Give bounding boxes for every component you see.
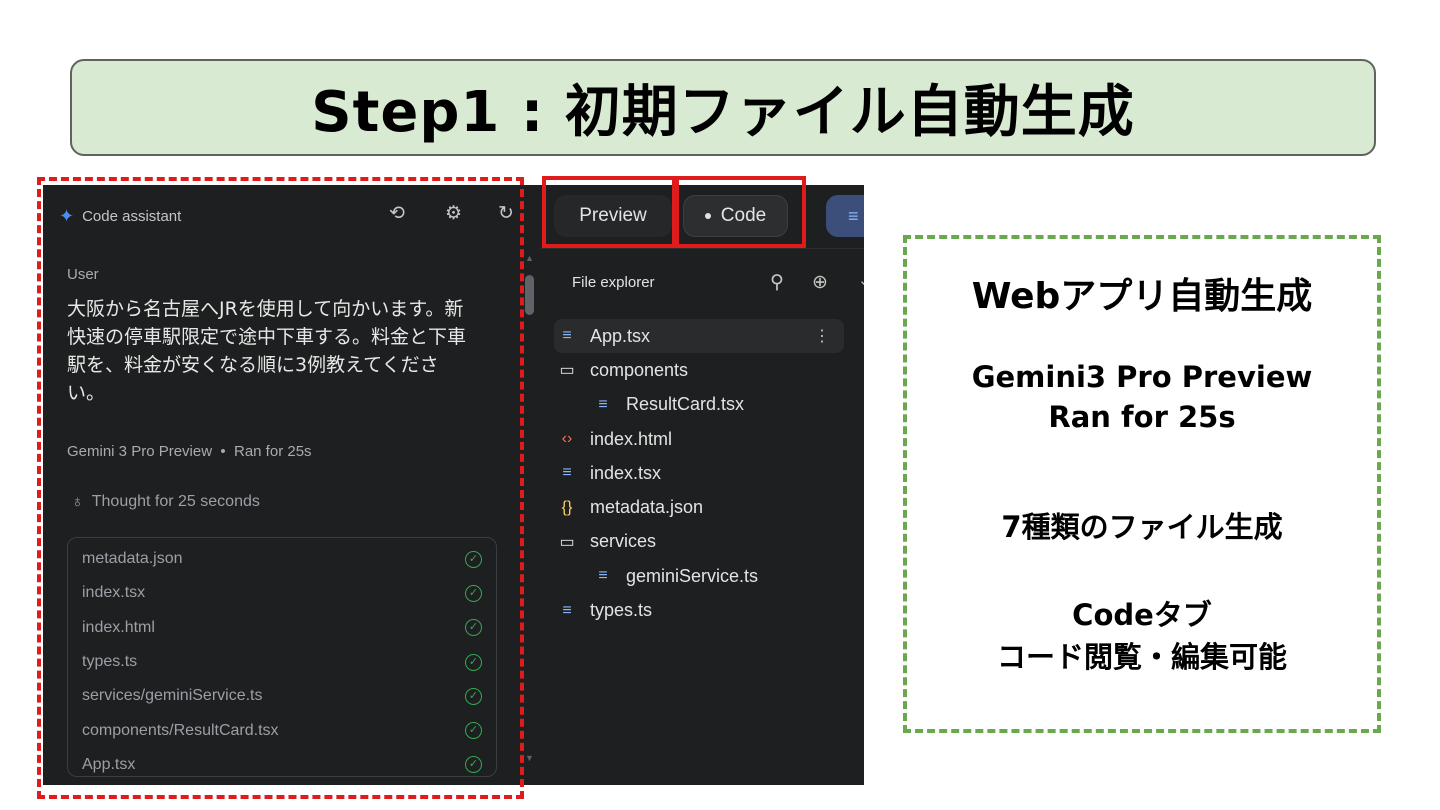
preview-tab-highlight xyxy=(542,176,676,248)
folder-icon: ▭ xyxy=(559,362,575,380)
tree-item-label: components xyxy=(590,359,689,380)
lines-icon: ≡ xyxy=(848,206,859,226)
callout-model: Gemini3 Pro Preview Ran for 25s xyxy=(907,357,1377,437)
tree-item-label: geminiService.ts xyxy=(626,565,759,586)
ts-file-icon: ≡ xyxy=(562,327,572,345)
callout-run-line: Ran for 25s xyxy=(1048,400,1236,434)
json-file-icon: {} xyxy=(561,498,573,516)
tree-item-label: ResultCard.tsx xyxy=(626,394,745,415)
tree-item-label: services xyxy=(590,531,657,552)
tree-item-label: App.tsx xyxy=(590,325,651,346)
tree-item-label: metadata.json xyxy=(590,497,704,518)
tree-item-label: types.ts xyxy=(590,600,653,621)
file-tree: ≡ App.tsx ⋮ ▭ components ≡ ResultCard.tsx ‹›… xyxy=(554,319,844,628)
callout-model-line: Gemini3 Pro Preview xyxy=(971,360,1313,394)
summary-callout: Webアプリ自動生成 Gemini3 Pro Preview Ran for 2… xyxy=(903,235,1381,733)
callout-code: Codeタブ コード閲覧・編集可能 xyxy=(907,594,1377,678)
callout-code-line2: コード閲覧・編集可能 xyxy=(996,640,1287,674)
html-file-icon: ‹› xyxy=(561,430,573,448)
tab-extra-button[interactable]: ≡ xyxy=(826,195,864,237)
ts-file-icon: ≡ xyxy=(598,395,608,413)
collapse-icon[interactable]: ⌄ xyxy=(858,271,864,289)
tree-folder[interactable]: ▭ components xyxy=(554,353,844,387)
tree-item[interactable]: ≡ types.ts xyxy=(554,593,844,627)
tree-item-label: index.html xyxy=(590,428,673,449)
tree-item[interactable]: ≡ App.tsx ⋮ xyxy=(554,319,844,354)
tree-item[interactable]: {} metadata.json xyxy=(554,490,844,524)
callout-code-line1: Codeタブ xyxy=(1072,598,1212,632)
folder-icon: ▭ xyxy=(559,533,575,551)
file-explorer-title: File explorer xyxy=(572,274,655,291)
ts-file-icon: ≡ xyxy=(562,601,572,619)
chat-highlight-frame xyxy=(37,177,524,799)
add-icon[interactable]: ⊕ xyxy=(812,271,828,294)
more-vert-icon[interactable]: ⋮ xyxy=(814,326,830,346)
callout-heading: Webアプリ自動生成 xyxy=(971,276,1313,317)
tree-item[interactable]: ≡ index.tsx xyxy=(554,456,844,490)
tree-item[interactable]: ‹› index.html xyxy=(554,422,844,456)
code-pane: Preview Code ≡ File explorer ⚲ ⊕ ⌄ ≡App.… xyxy=(540,185,864,785)
tree-folder[interactable]: ▭ services xyxy=(554,525,844,559)
page-title: Step1 : 初期ファイル自動生成 xyxy=(311,80,1135,145)
ts-file-icon: ≡ xyxy=(562,464,572,482)
scrollbar-thumb[interactable] xyxy=(525,275,534,315)
ts-file-icon: ≡ xyxy=(598,567,608,585)
tree-item[interactable]: ≡ ResultCard.tsx xyxy=(554,388,844,422)
scroll-down-arrow-icon[interactable]: ▼ xyxy=(525,753,534,763)
scroll-up-arrow-icon[interactable]: ▲ xyxy=(525,253,534,263)
code-tab-highlight xyxy=(675,176,806,248)
callout-files: 7種類のファイル生成 xyxy=(1001,510,1283,544)
search-icon[interactable]: ⚲ xyxy=(770,271,784,294)
title-banner: Step1 : 初期ファイル自動生成 xyxy=(70,59,1376,156)
tree-item[interactable]: ≡ geminiService.ts xyxy=(554,559,844,593)
tree-item-label: index.tsx xyxy=(590,462,662,483)
